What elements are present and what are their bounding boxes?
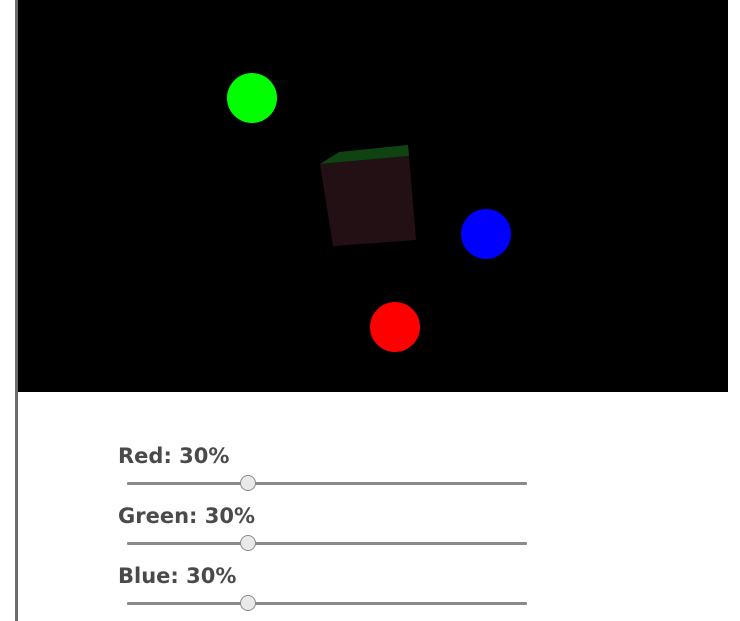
- red-slider[interactable]: [127, 474, 527, 492]
- red-label: Red: 30%: [118, 444, 230, 468]
- green-control: Green: 30%: [118, 500, 538, 560]
- blue-slider-track[interactable]: [127, 602, 527, 605]
- red-control: Red: 30%: [118, 440, 538, 500]
- red-light-sphere: [370, 302, 420, 352]
- blue-control: Blue: 30%: [118, 560, 538, 620]
- green-light-sphere: [227, 73, 277, 123]
- scene-svg: [227, 73, 511, 352]
- green-slider-track[interactable]: [127, 542, 527, 545]
- blue-light-sphere: [461, 209, 511, 259]
- green-label: Green: 30%: [118, 504, 256, 528]
- red-slider-track[interactable]: [127, 482, 527, 485]
- blue-slider-thumb[interactable]: [240, 595, 256, 611]
- blue-slider[interactable]: [127, 594, 527, 612]
- red-slider-thumb[interactable]: [240, 475, 256, 491]
- blue-label: Blue: 30%: [118, 564, 237, 588]
- green-slider-thumb[interactable]: [240, 535, 256, 551]
- light-controls: Red: 30% Green: 30% Blue: 30%: [118, 440, 538, 620]
- green-slider[interactable]: [127, 534, 527, 552]
- scene-canvas[interactable]: [18, 0, 728, 392]
- cube-front-face: [320, 156, 416, 246]
